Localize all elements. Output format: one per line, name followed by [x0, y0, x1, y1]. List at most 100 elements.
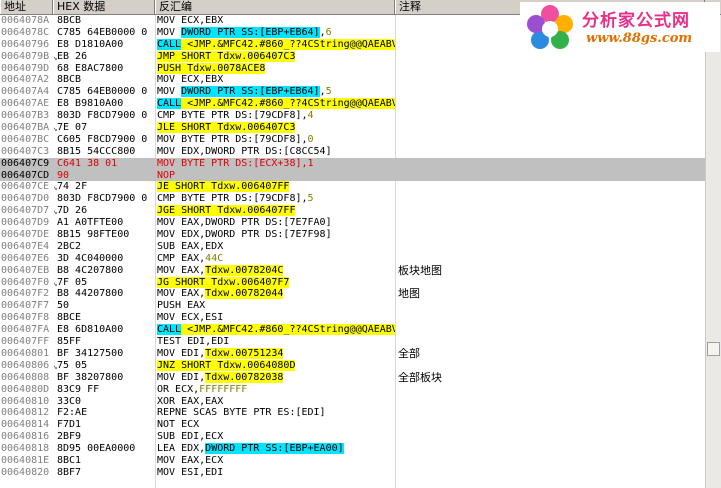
row-hex: 7D 26: [57, 205, 88, 217]
disassembly-row[interactable]: 006407E6 3D 4C040000 CMP EAX,44C: [0, 253, 705, 265]
hex-column-header[interactable]: HEX 数据: [53, 0, 155, 14]
disassembly-row[interactable]: 006407D0 803D F8CD7900 0 CMP BYTE PTR DS:[…: [0, 193, 705, 205]
disassembly-row[interactable]: 006407EB B8 4C207800 MOV EAX,Tdxw.0078204C…: [0, 264, 705, 277]
disassembly-row[interactable]: 006407CE ⌄ 74 2F JE SHORT Tdxw.006407FF: [0, 181, 705, 193]
disassembly-row[interactable]: 006407BA ⌄ 7E 07 JLE SHORT Tdxw.006407C3: [0, 122, 705, 134]
row-address: 00640814: [1, 419, 50, 431]
row-comment: [398, 324, 698, 336]
disassembly-row[interactable]: 00640810 33C0 XOR EAX,EAX: [0, 396, 705, 408]
row-disassembly: MOV EAX,Tdxw.00782044: [157, 288, 395, 300]
disassembly-row[interactable]: 006407F8 8BCE MOV ECX,ESI: [0, 312, 705, 324]
disassembly-token: MOV ESI,EDI: [157, 466, 224, 478]
disassembly-row[interactable]: 006407C9 C641 38 01 MOV BYTE PTR DS:[ECX+3…: [0, 157, 705, 170]
disassembly-row[interactable]: 006407B3 803D F8CD7900 0 CMP BYTE PTR DS:[…: [0, 110, 705, 122]
disassembly-column-header[interactable]: 反汇编: [155, 0, 395, 14]
disassembly-token: MOV EAX,: [157, 288, 206, 300]
disassembly-token: 4: [307, 110, 314, 122]
address-column-header[interactable]: 地址: [0, 0, 53, 14]
row-disassembly: MOV ECX,EBX: [157, 15, 395, 27]
disassembly-row[interactable]: 006407C3 8B15 54CCC800 MOV EDX,DWORD PTR D…: [0, 146, 705, 158]
disassembly-token: 6: [325, 26, 332, 38]
row-comment: [398, 63, 698, 75]
disassembly-row[interactable]: 006407F2 B8 44207800 MOV EAX,Tdxw.00782044…: [0, 288, 705, 300]
vertical-scrollbar[interactable]: [705, 15, 721, 488]
disassembly-row[interactable]: 0064080D 83C9 FF OR ECX,FFFFFFFF: [0, 384, 705, 396]
disassembly-row[interactable]: 00640818 8D95 00EA0000 LEA EDX,DWORD PTR S…: [0, 443, 705, 455]
disassembly-row[interactable]: 006407AE E8 B9810A00 CALL <JMP.&MFC42.#860…: [0, 98, 705, 110]
row-address: 00640816: [1, 431, 50, 443]
disassembly-token: JG SHORT Tdxw.006407F7: [157, 276, 290, 288]
disassembly-row[interactable]: 00640812 F2:AE REPNE SCAS BYTE PTR ES:[EDI…: [0, 407, 705, 419]
disassembly-token: TEST EDI,EDI: [157, 336, 230, 348]
disassembly-row[interactable]: 006407FA E8 6D810A00 CALL <JMP.&MFC42.#860…: [0, 324, 705, 336]
row-comment: [398, 98, 698, 110]
row-comment: [398, 407, 698, 419]
disassembly-row[interactable]: 006407A2 8BCB MOV ECX,EBX: [0, 74, 705, 86]
disassembly-row[interactable]: 006407F0 ⌄ 7F 05 JG SHORT Tdxw.006407F7: [0, 276, 705, 289]
row-address: 0064079B: [1, 50, 50, 62]
disassembly-token: CALL: [157, 98, 182, 110]
row-disassembly: CALL <JMP.&MFC42.#860_??4CString@@QAEABV: [157, 324, 395, 336]
row-comment: 地图: [398, 288, 420, 301]
disassembly-token: <JMP.&MFC42.#860_??4CString@@QAEABV: [181, 324, 395, 336]
row-comment: [398, 396, 698, 408]
disassembly-row[interactable]: 0064079D 68 E8AC7800 PUSH Tdxw.0078ACE8: [0, 62, 705, 75]
row-comment: [398, 110, 698, 122]
disassembly-token: MOV EAX,: [157, 264, 206, 276]
disassembly-row[interactable]: 00640820 8BF7 MOV ESI,EDI: [0, 467, 705, 479]
disassembly-row[interactable]: 006407F7 50 PUSH EAX: [0, 300, 705, 312]
row-comment: 全部板块: [398, 371, 442, 384]
row-hex: EB 26: [57, 50, 88, 62]
disassembly-token: FFFFFFFF: [199, 383, 248, 395]
disassembly-token: MOV ECX,EBX: [157, 74, 224, 86]
row-disassembly: MOV EAX,ECX: [157, 455, 395, 467]
disassembly-row[interactable]: 006407FF 85FF TEST EDI,EDI: [0, 336, 705, 348]
disassembly-row[interactable]: 006407E4 2BC2 SUB EAX,EDX: [0, 241, 705, 253]
row-disassembly: MOV EDX,DWORD PTR DS:[7E7F98]: [157, 229, 395, 241]
row-comment: [398, 134, 698, 146]
row-address: 006407F0: [1, 276, 50, 288]
row-hex: 8D95 00EA0000: [57, 443, 136, 455]
disassembly-row[interactable]: 006407D9 A1 A0TFTE00 MOV EAX,DWORD PTR DS:…: [0, 217, 705, 229]
row-address: 0064078C: [1, 26, 50, 38]
row-disassembly: NOT ECX: [157, 419, 395, 431]
row-comment: [398, 312, 698, 324]
disassembly-token: DWORD PTR SS:[EBP+EA00]: [205, 443, 344, 455]
row-hex: 8BCB: [57, 15, 82, 26]
row-comment: [398, 360, 698, 372]
row-address: 006407BC: [1, 133, 50, 145]
row-address: 006407D7: [1, 205, 50, 217]
row-address: 006407F2: [1, 288, 50, 300]
row-comment: [398, 122, 698, 134]
disassembly-row[interactable]: 006407BC C605 F8CD7900 0 MOV BYTE PTR DS:[…: [0, 134, 705, 146]
disassembly-row[interactable]: 006407DE 8B15 98FTE00 MOV EDX,DWORD PTR DS…: [0, 229, 705, 241]
disassembly-row[interactable]: 00640806 ⌄ 75 05 JNZ SHORT Tdxw.0064080D: [0, 359, 705, 372]
disassembly-row[interactable]: 00640816 2BF9 SUB EDI,ECX: [0, 431, 705, 443]
row-disassembly: MOV EDI,Tdxw.00782038: [157, 371, 395, 384]
disassembly-row[interactable]: 00640808 BF 38207800 MOV EDI,Tdxw.00782038…: [0, 371, 705, 384]
disassembly-listing[interactable]: 0064078A 8BCB MOV ECX,EBX 0064078C C785 64EB…: [0, 15, 705, 479]
row-comment: [398, 170, 698, 182]
disassembly-row[interactable]: 006407CD 90 NOP: [0, 169, 705, 182]
row-comment: [398, 300, 698, 312]
row-hex: F2:AE: [57, 407, 88, 419]
row-hex: 8B15 98FTE00: [57, 229, 130, 241]
row-address: 006407EB: [1, 264, 50, 276]
row-comment: [398, 336, 698, 348]
disassembly-row[interactable]: 0064081E 8BC1 MOV EAX,ECX: [0, 455, 705, 467]
disassembly-row[interactable]: 00640801 BF 34127500 MOV EDI,Tdxw.00751234…: [0, 347, 705, 360]
watermark-url: www.88gs.com: [586, 31, 693, 46]
disassembly-row[interactable]: 0064079B ⌄ EB 26 JMP SHORT Tdxw.006407C3: [0, 50, 705, 63]
row-hex: 3D 4C040000: [57, 252, 124, 264]
disassembly-token: Tdxw.00782044: [205, 288, 284, 300]
row-disassembly: JMP SHORT Tdxw.006407C3: [157, 50, 395, 63]
scrollbar-thumb[interactable]: [707, 342, 720, 356]
disassembly-row[interactable]: 00640814 F7D1 NOT ECX: [0, 419, 705, 431]
disassembly-token: JNZ SHORT Tdxw.0064080D: [157, 359, 296, 371]
row-comment: [398, 384, 698, 396]
disassembly-token: CALL: [157, 324, 182, 336]
row-comment: [398, 241, 698, 253]
disassembly-row[interactable]: 006407A4 C785 64EB0000 0 MOV DWORD PTR SS:…: [0, 86, 705, 98]
disassembly-row[interactable]: 006407D7 ⌄ 7D 26 JGE SHORT Tdxw.006407FF: [0, 205, 705, 217]
row-hex: 33C0: [57, 395, 82, 407]
